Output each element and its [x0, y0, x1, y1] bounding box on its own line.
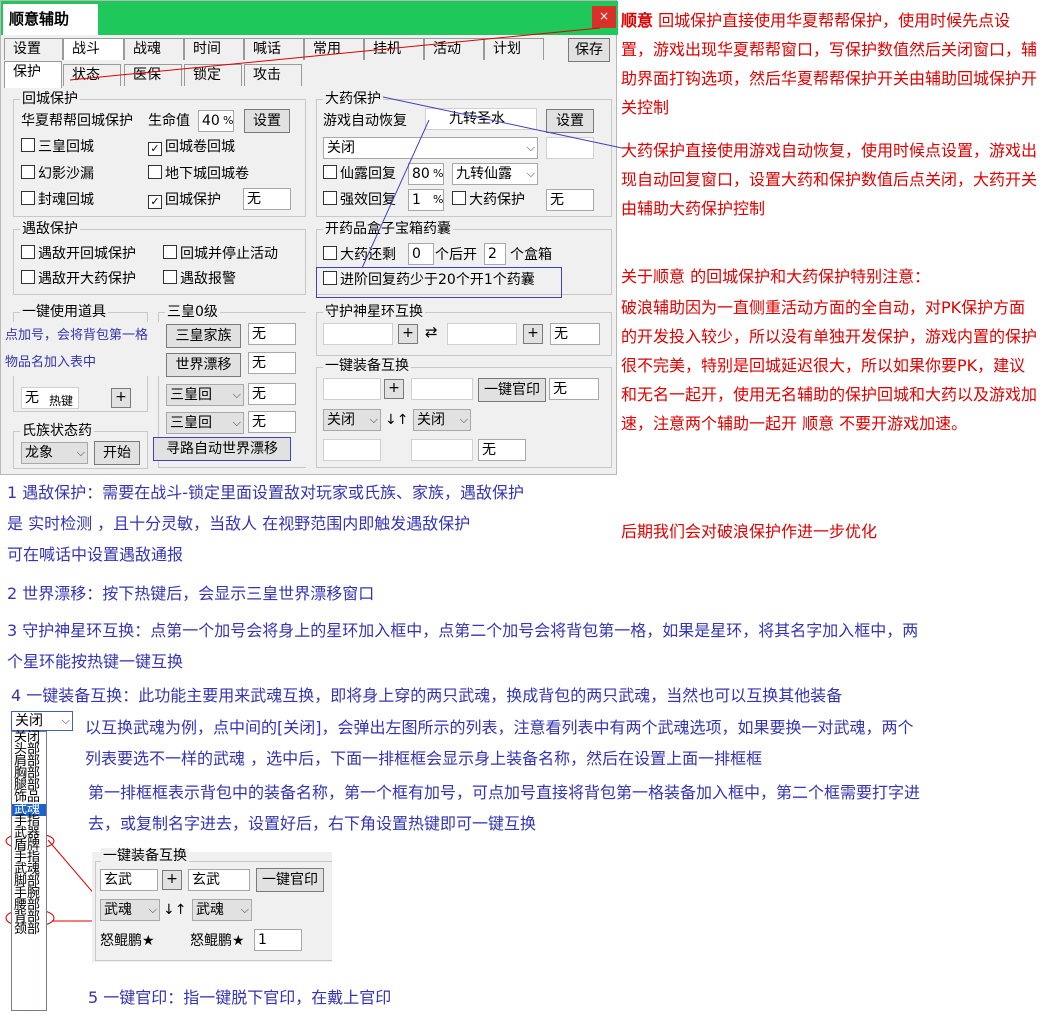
example-equip-title: 一键装备互换 [101, 848, 189, 864]
example-add-button[interactable]: + [162, 870, 182, 890]
dropdown-example-select[interactable]: 关闭 ⌵ [11, 711, 73, 731]
example-hotkey-input[interactable]: 1 [254, 929, 302, 951]
note-city-protect: 顺意 回城保护直接使用华夏帮帮保护，使用时候先点设置，游戏出现华夏帮帮窗口，写保… [621, 6, 1041, 122]
note-1c: 可在喊话中设置遇敌通报 [7, 545, 184, 564]
select-value: 武魂 [196, 902, 224, 918]
example-bag-input-2[interactable]: 玄武 [188, 869, 250, 891]
note-2: 2 世界漂移：按下热键后，会显示三皇世界漂移窗口 [7, 584, 375, 603]
note-future: 后期我们会对破浪保护作进一步优化 [621, 522, 878, 541]
dropdown-example-list: 关闭 头部 肩部 胸部 腿部 饰品 武魂 手指 武器 盾牌 手指 武魂 脚部 手腕 腰部 背部 颈部 [11, 731, 47, 1011]
note-text: 回城保护直接使用华夏帮帮保护，使用时候先点设置，游戏出现华夏帮帮窗口，写保护数值… [621, 11, 1038, 117]
example-worn-name-1: 怒鲲鹏★ [100, 933, 155, 949]
select-value: 关闭 [15, 713, 43, 729]
brand-name: 顺意 [621, 11, 654, 30]
note-4a: 以互换武魂为例，点中间的[关闭]，会弹出左图所示的列表，注意看列表中有两个武魂选… [85, 718, 914, 737]
note-1a: 1 遇敌保护：需要在战斗-锁定里面设置敌对玩家或氏族、家族，遇敌保护 [7, 483, 525, 502]
example-guanyin-button[interactable]: 一键官印 [256, 868, 324, 892]
example-slot-select-right[interactable]: 武魂 ⌵ [192, 899, 252, 921]
example-swap-updown-icon: ↓↑ [163, 902, 187, 918]
dropdown-list-item[interactable]: 颈部 [12, 923, 46, 936]
note-4d: 去，或复制名字进去，设置好后，右下角设置热键即可一键互换 [88, 814, 537, 833]
note-potion-protect: 大药保护直接使用游戏自动恢复，使用时候点设置，游戏出现自动回复窗口，设置大药和保… [621, 141, 1038, 218]
chevron-down-icon: ⌵ [240, 903, 249, 916]
example-bag-input-1[interactable]: 玄武 [100, 869, 158, 891]
example-slot-select-left[interactable]: 武魂 ⌵ [100, 899, 160, 921]
chevron-down-icon: ⌵ [61, 714, 70, 727]
note-4: 4 一键装备互换：此功能主要用来武魂互换，即将身上穿的两只武魂，换成背包的两只武… [11, 686, 843, 705]
note-attention-title: 关于顺意 的回城保护和大药保护特别注意： [621, 267, 931, 286]
example-worn-name-2: 怒鲲鹏★ [190, 933, 245, 949]
note-5: 5 一键官印：指一键脱下官印，在戴上官印 [88, 988, 392, 1007]
note-3a: 3 守护神星环互换：点第一个加号会将身上的星环加入框中，点第二个加号会将背包第一… [7, 621, 919, 640]
note-4b: 列表要选不一样的武魂 ，选中后，下面一排框框会显示身上装备名称，然后在设置上面一… [85, 749, 763, 768]
note-attention-body: 破浪辅助因为一直侧重活动方面的全自动，对PK保护方面的开发投入较少，所以没有单独… [621, 298, 1038, 433]
note-4c: 第一排框框表示背包中的装备名称，第一个框有加号，可点加号直接将背包第一格装备加入… [88, 783, 921, 802]
chevron-down-icon: ⌵ [148, 903, 157, 916]
note-1b: 是 实时检测 ，且十分灵敏，当敌人 在视野范围内即触发遇敌保护 [7, 514, 471, 533]
note-3b: 个星环能按热键一键互换 [7, 652, 184, 671]
select-value: 武魂 [104, 902, 132, 918]
